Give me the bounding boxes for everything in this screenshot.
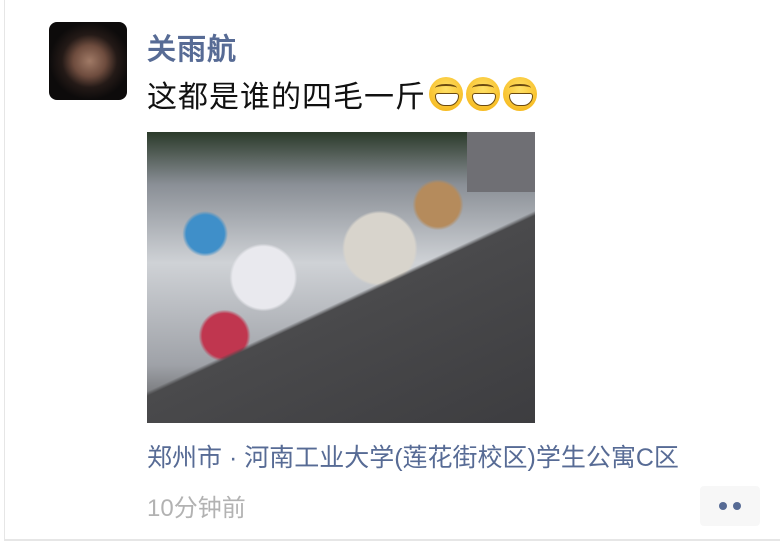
- dot-icon: [719, 502, 727, 510]
- dot-icon: [733, 502, 741, 510]
- grinning-face-emoji-icon: [466, 77, 500, 111]
- post-text: 这都是谁的四毛一斤: [147, 72, 537, 116]
- location-link[interactable]: 郑州市 · 河南工业大学(莲花街校区)学生公寓C区: [147, 438, 679, 474]
- photo-background-wall: [467, 132, 535, 192]
- more-options-button[interactable]: [700, 486, 760, 526]
- post-photo[interactable]: [147, 132, 535, 423]
- timestamp: 10分钟前: [147, 495, 246, 522]
- author-name[interactable]: 关雨航: [147, 26, 237, 68]
- avatar[interactable]: [49, 22, 127, 100]
- grinning-face-emoji-icon: [503, 77, 537, 111]
- moments-post: 关雨航 这都是谁的四毛一斤 郑州市 · 河南工业大学(莲花街校区)学生公寓C区 …: [4, 0, 780, 541]
- post-text-content: 这都是谁的四毛一斤: [147, 81, 426, 114]
- grinning-face-emoji-icon: [429, 77, 463, 111]
